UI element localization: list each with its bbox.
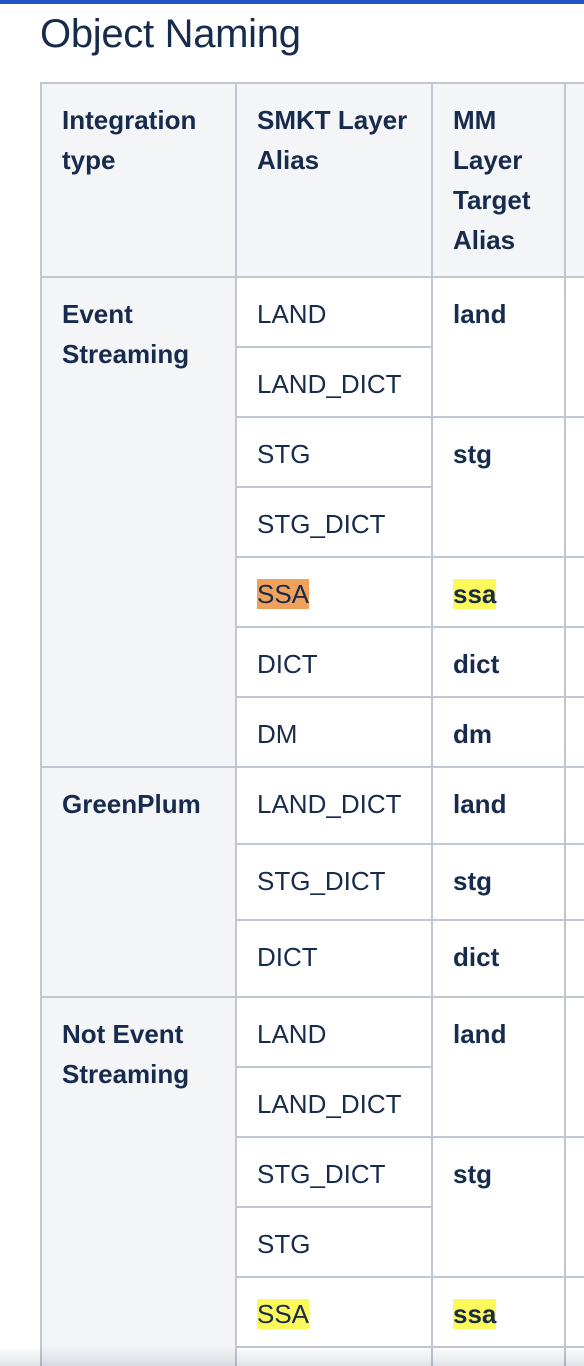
smkt-cell: STG_DICT [235,486,433,558]
mm-cell: stg [431,1136,566,1278]
extra-cell [564,696,584,768]
group-cell-not-event-streaming: Not Event Streaming [40,996,237,1366]
smkt-cell: LAND_DICT [235,346,433,418]
smkt-cell: LAND_DICT [235,766,433,845]
header-extra-column [564,82,584,278]
mm-cell-highlighted: ssa [431,556,566,628]
header-smkt-layer-alias: SMKT Layer Alias [235,82,433,278]
smkt-cell: DICT [235,626,433,698]
smkt-cell [235,1346,433,1366]
table-row: Not Event Streaming LAND land [40,996,584,1366]
extra-cell [564,996,584,1138]
mm-cell-highlighted: ssa [431,1276,566,1348]
orange-highlight: SSA [257,579,310,609]
table-row: Event Streaming LAND land [40,276,584,768]
extra-cell [564,1276,584,1348]
header-integration-type: Integration type [40,82,237,278]
smkt-cell: LAND [235,276,433,348]
table-row: GreenPlum LAND_DICT land [40,766,584,998]
object-naming-table-container[interactable]: Integration type SMKT Layer Alias MM Lay… [40,82,584,1366]
smkt-cell: LAND [235,996,433,1068]
mm-cell: land [431,766,566,845]
smkt-cell: DM [235,696,433,768]
mm-cell: dict [431,919,566,998]
smkt-cell: DICT [235,919,433,998]
yellow-highlight: ssa [453,579,497,609]
smkt-cell-highlighted: SSA [235,1276,433,1348]
extra-cell [564,843,584,921]
smkt-cell-highlighted: SSA [235,556,433,628]
extra-cell [564,1346,584,1366]
mm-cell: stg [431,843,566,921]
extra-cell [564,556,584,628]
smkt-cell: STG [235,1206,433,1278]
extra-cell [564,919,584,998]
smkt-cell: LAND_DICT [235,1066,433,1138]
extra-cell [564,626,584,698]
smkt-cell: STG_DICT [235,843,433,921]
yellow-highlight: ssa [453,1299,497,1329]
extra-cell [564,276,584,418]
extra-cell [564,766,584,845]
mm-cell [431,1346,566,1366]
smkt-cell: STG_DICT [235,1136,433,1208]
group-cell-event-streaming: Event Streaming [40,276,237,768]
top-accent-bar [0,0,584,4]
mm-cell: dm [431,696,566,768]
smkt-cell: STG [235,416,433,488]
group-cell-greenplum: GreenPlum [40,766,237,998]
mm-cell: stg [431,416,566,558]
mm-cell: dict [431,626,566,698]
mm-cell: land [431,276,566,418]
yellow-highlight: SSA [257,1299,310,1329]
mm-cell: land [431,996,566,1138]
object-naming-table: Integration type SMKT Layer Alias MM Lay… [40,82,584,1366]
header-mm-layer-target-alias: MM Layer Target Alias [431,82,566,278]
extra-cell [564,1136,584,1278]
page-title: Object Naming [40,12,301,56]
extra-cell [564,416,584,558]
